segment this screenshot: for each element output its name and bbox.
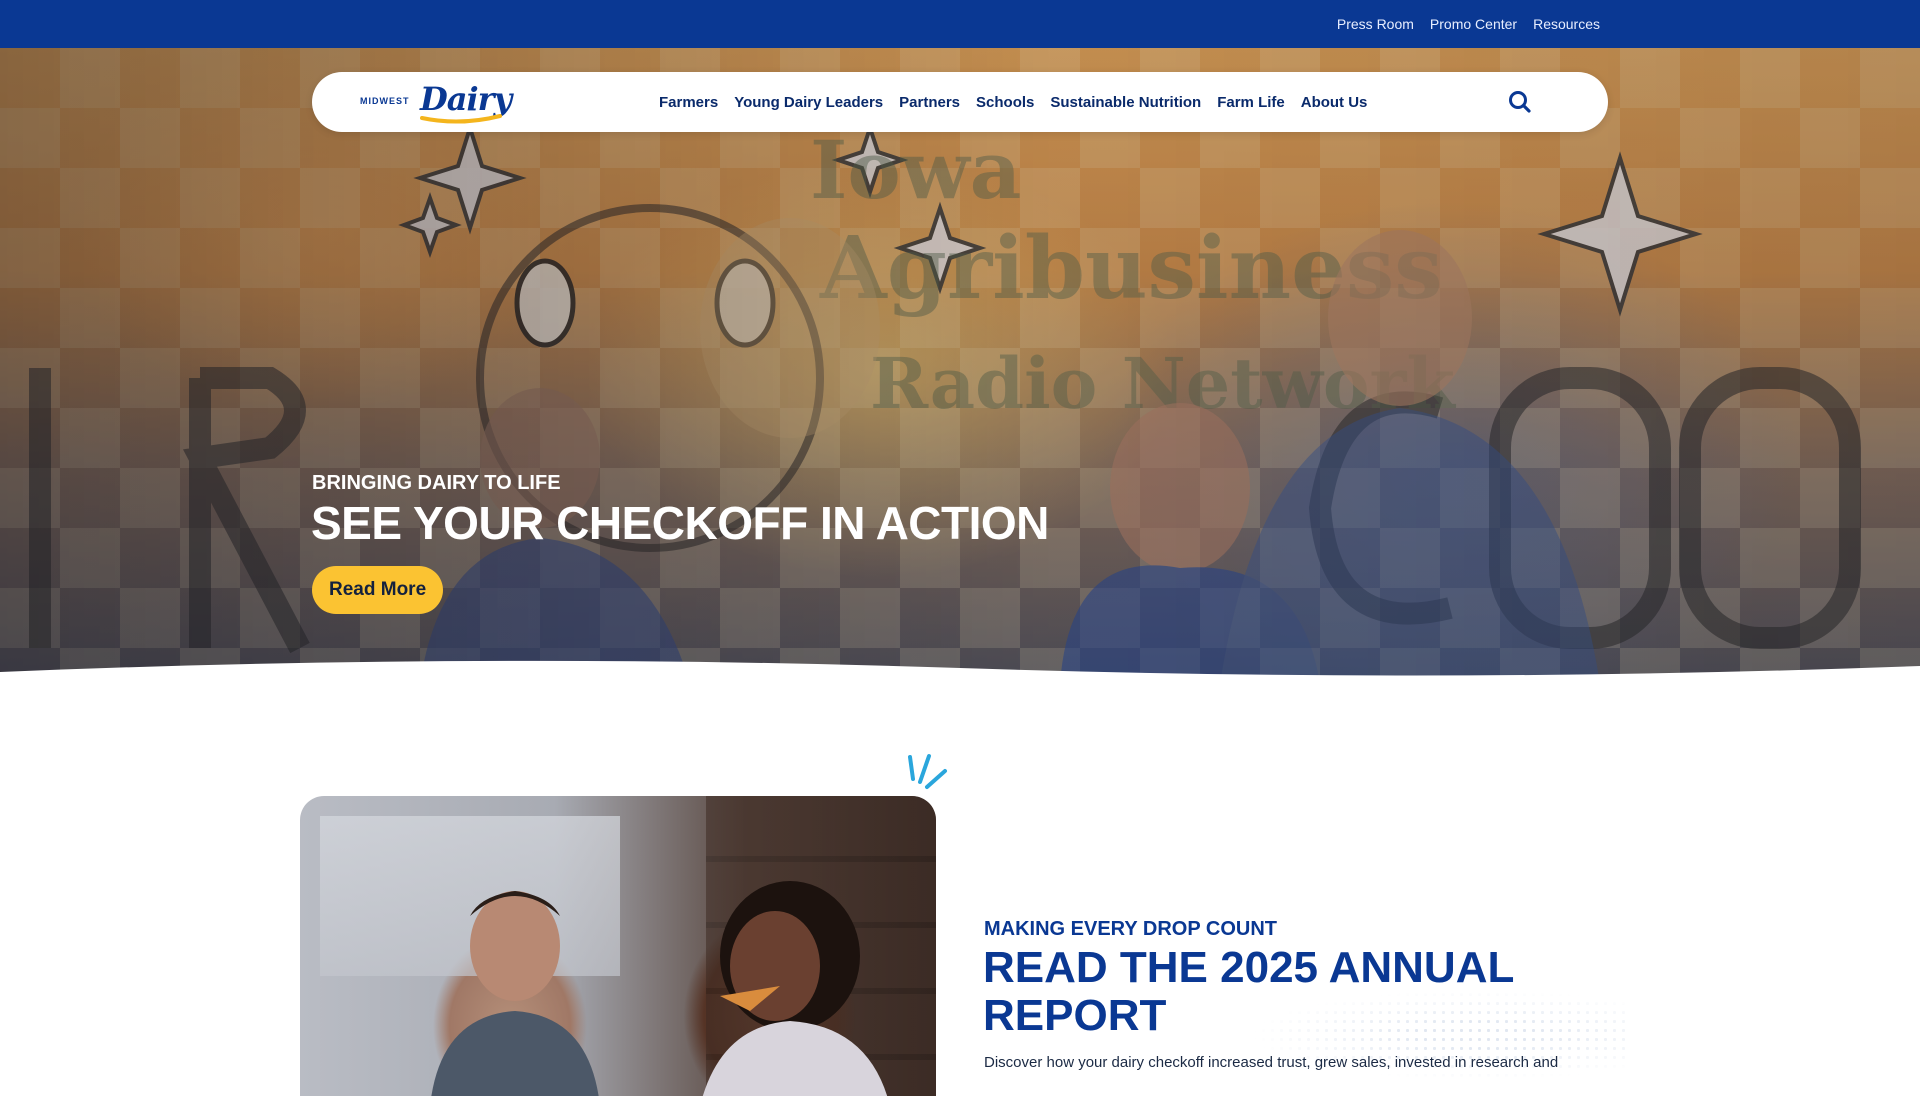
logo-script-text: Dairy [420, 80, 512, 118]
utility-link-resources[interactable]: Resources [1533, 16, 1600, 32]
nav-item-about-us[interactable]: About Us [1301, 94, 1368, 111]
hero-banner: Iowa Agribusiness Radio Network [0, 48, 1920, 684]
report-description: Discover how your dairy checkoff increas… [984, 1054, 1559, 1071]
hero-title: SEE YOUR CHECKOFF IN ACTION [311, 497, 1049, 549]
photo-person-right [702, 881, 888, 1096]
utility-nav: Press Room Promo Center Resources [1337, 0, 1600, 48]
main-header: MIDWEST Dairy Farmers Young Dairy Leader… [312, 72, 1608, 132]
nav-item-sustainable-nutrition[interactable]: Sustainable Nutrition [1050, 94, 1201, 111]
nav-item-young-dairy-leaders[interactable]: Young Dairy Leaders [734, 94, 883, 111]
search-button[interactable] [1506, 88, 1534, 116]
midwest-dairy-logo[interactable]: MIDWEST Dairy [360, 80, 512, 126]
hero-eyebrow: BRINGING DAIRY TO LIFE [312, 472, 561, 494]
main-nav: Farmers Young Dairy Leaders Partners Sch… [659, 72, 1367, 132]
nav-item-schools[interactable]: Schools [976, 94, 1034, 111]
utility-bar: Press Room Promo Center Resources [0, 0, 1920, 48]
nav-item-farmers[interactable]: Farmers [659, 94, 718, 111]
report-eyebrow: MAKING EVERY DROP COUNT [984, 918, 1277, 940]
hero-overlay [0, 48, 1920, 684]
photo-person-left [431, 891, 599, 1096]
nav-item-farm-life[interactable]: Farm Life [1217, 94, 1285, 111]
nav-item-partners[interactable]: Partners [899, 94, 960, 111]
hero-wave-divider [0, 660, 1920, 684]
utility-link-press-room[interactable]: Press Room [1337, 16, 1414, 32]
logo-small-text: MIDWEST [360, 96, 410, 106]
burst-accent-icon [908, 754, 947, 789]
annual-report-photo [300, 796, 936, 1096]
utility-link-promo-center[interactable]: Promo Center [1430, 16, 1517, 32]
search-icon [1509, 91, 1531, 113]
report-title: READ THE 2025 ANNUAL REPORT [983, 943, 1514, 1040]
read-more-button[interactable]: Read More [312, 566, 444, 614]
logo-swoosh [420, 114, 502, 124]
